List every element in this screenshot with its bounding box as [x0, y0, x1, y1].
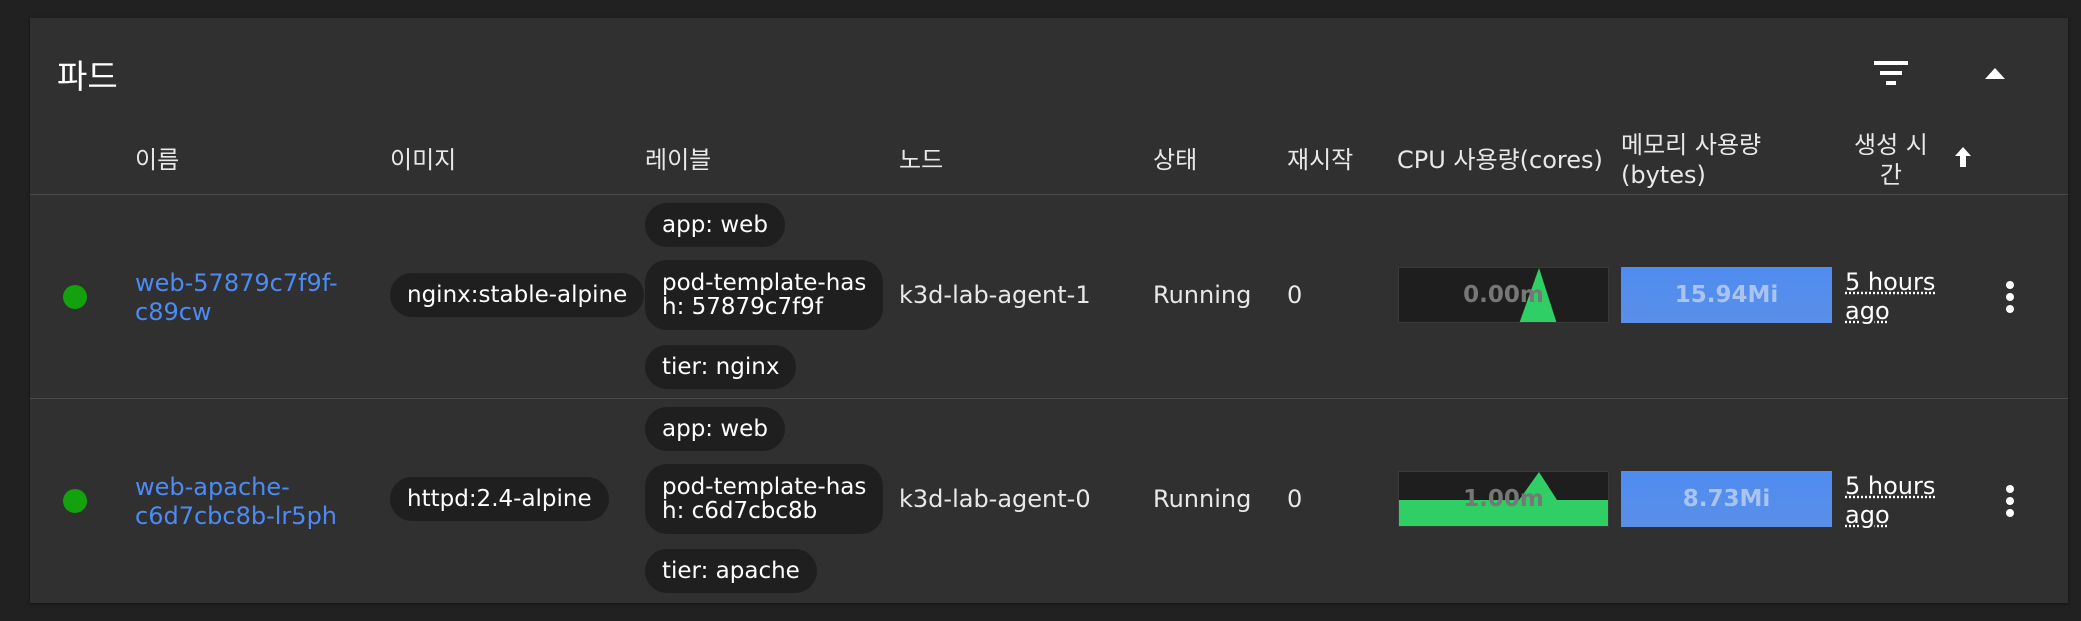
column-header-image[interactable]: 이미지 — [390, 145, 456, 175]
label-chip: app: web — [645, 407, 785, 451]
cpu-sparkline: 0.00m — [1398, 267, 1609, 323]
pod-name-line2: c89cw — [135, 298, 212, 326]
column-header-labels[interactable]: 레이블 — [645, 145, 711, 175]
pod-name-line1: web-apache- — [135, 473, 290, 501]
image-chip: nginx:stable-alpine — [390, 273, 645, 317]
pod-name-link[interactable]: web-57879c7f9f- c89cw — [135, 269, 338, 327]
cpu-sparkline: 1.00m — [1398, 471, 1609, 527]
memory-bar: 15.94Mi — [1621, 267, 1832, 323]
label-chip-line1: pod-template-has — [662, 270, 867, 296]
label-chip: pod-template-has h: 57879c7f9f — [645, 260, 884, 330]
restart-count: 0 — [1287, 281, 1303, 309]
pod-status: Running — [1153, 281, 1252, 309]
created-age[interactable]: 5 hours ago — [1845, 472, 1935, 530]
more-vert-icon — [2006, 485, 2014, 517]
created-age-line1: 5 hours — [1845, 268, 1936, 296]
more-vert-icon — [2006, 281, 2014, 313]
chevron-up-icon — [1985, 68, 2005, 79]
status-dot — [63, 285, 87, 309]
label-chip: pod-template-has h: c6d7cbc8b — [645, 464, 884, 534]
node-name: k3d-lab-agent-1 — [899, 281, 1091, 309]
created-age-line2: ago — [1845, 501, 1890, 529]
label-chip-line1: pod-template-has — [662, 474, 867, 500]
column-header-created-line2: 간 — [1879, 161, 1902, 189]
filter-button[interactable] — [1863, 45, 1919, 101]
column-header-name[interactable]: 이름 — [135, 145, 179, 175]
pod-name-line1: web-57879c7f9f- — [135, 269, 338, 297]
label-chip-line2: h: 57879c7f9f — [662, 294, 823, 320]
collapse-button[interactable] — [1967, 45, 2023, 101]
card-title: 파드 — [57, 57, 118, 96]
status-dot — [63, 489, 87, 513]
column-header-created-line1: 생성 시 — [1854, 131, 1928, 159]
row-menu-button[interactable] — [1990, 275, 2030, 319]
arrow-up-icon[interactable] — [1952, 145, 1974, 169]
column-header-memory-line1: 메모리 사용량 — [1621, 131, 1762, 159]
cpu-value: 0.00m — [1463, 282, 1544, 308]
label-chip: app: web — [645, 203, 785, 247]
pod-status: Running — [1153, 485, 1252, 513]
column-header-cpu[interactable]: CPU 사용량(cores) — [1397, 145, 1603, 175]
header-divider — [30, 194, 2068, 195]
image-chip: httpd:2.4-alpine — [390, 477, 609, 521]
label-chip: tier: nginx — [645, 345, 797, 389]
pod-name-link[interactable]: web-apache- c6d7cbc8b-lr5ph — [135, 473, 337, 531]
cpu-value: 1.00m — [1463, 486, 1544, 512]
column-header-memory-line2: (bytes) — [1621, 161, 1706, 189]
column-header-memory[interactable]: 메모리 사용량 (bytes) — [1621, 130, 1761, 190]
created-age[interactable]: 5 hours ago — [1845, 268, 1935, 326]
restart-count: 0 — [1287, 485, 1303, 513]
column-header-status[interactable]: 상태 — [1153, 145, 1197, 175]
created-age-line2: ago — [1845, 297, 1890, 325]
column-header-created[interactable]: 생성 시 간 — [1854, 130, 1928, 190]
filter-icon — [1874, 61, 1908, 85]
label-chip: tier: apache — [645, 549, 817, 593]
row-divider — [30, 398, 2068, 399]
pod-name-line2: c6d7cbc8b-lr5ph — [135, 502, 338, 530]
column-header-restarts[interactable]: 재시작 — [1287, 145, 1353, 175]
label-chip-line2: h: c6d7cbc8b — [662, 498, 818, 524]
pods-card: 파드 이름 이미지 레이블 노드 상태 재시작 CPU 사용량(cores) 메… — [30, 18, 2068, 603]
column-header-node[interactable]: 노드 — [899, 145, 943, 175]
row-menu-button[interactable] — [1990, 479, 2030, 523]
node-name: k3d-lab-agent-0 — [899, 485, 1091, 513]
memory-bar: 8.73Mi — [1621, 471, 1832, 527]
created-age-line1: 5 hours — [1845, 472, 1936, 500]
